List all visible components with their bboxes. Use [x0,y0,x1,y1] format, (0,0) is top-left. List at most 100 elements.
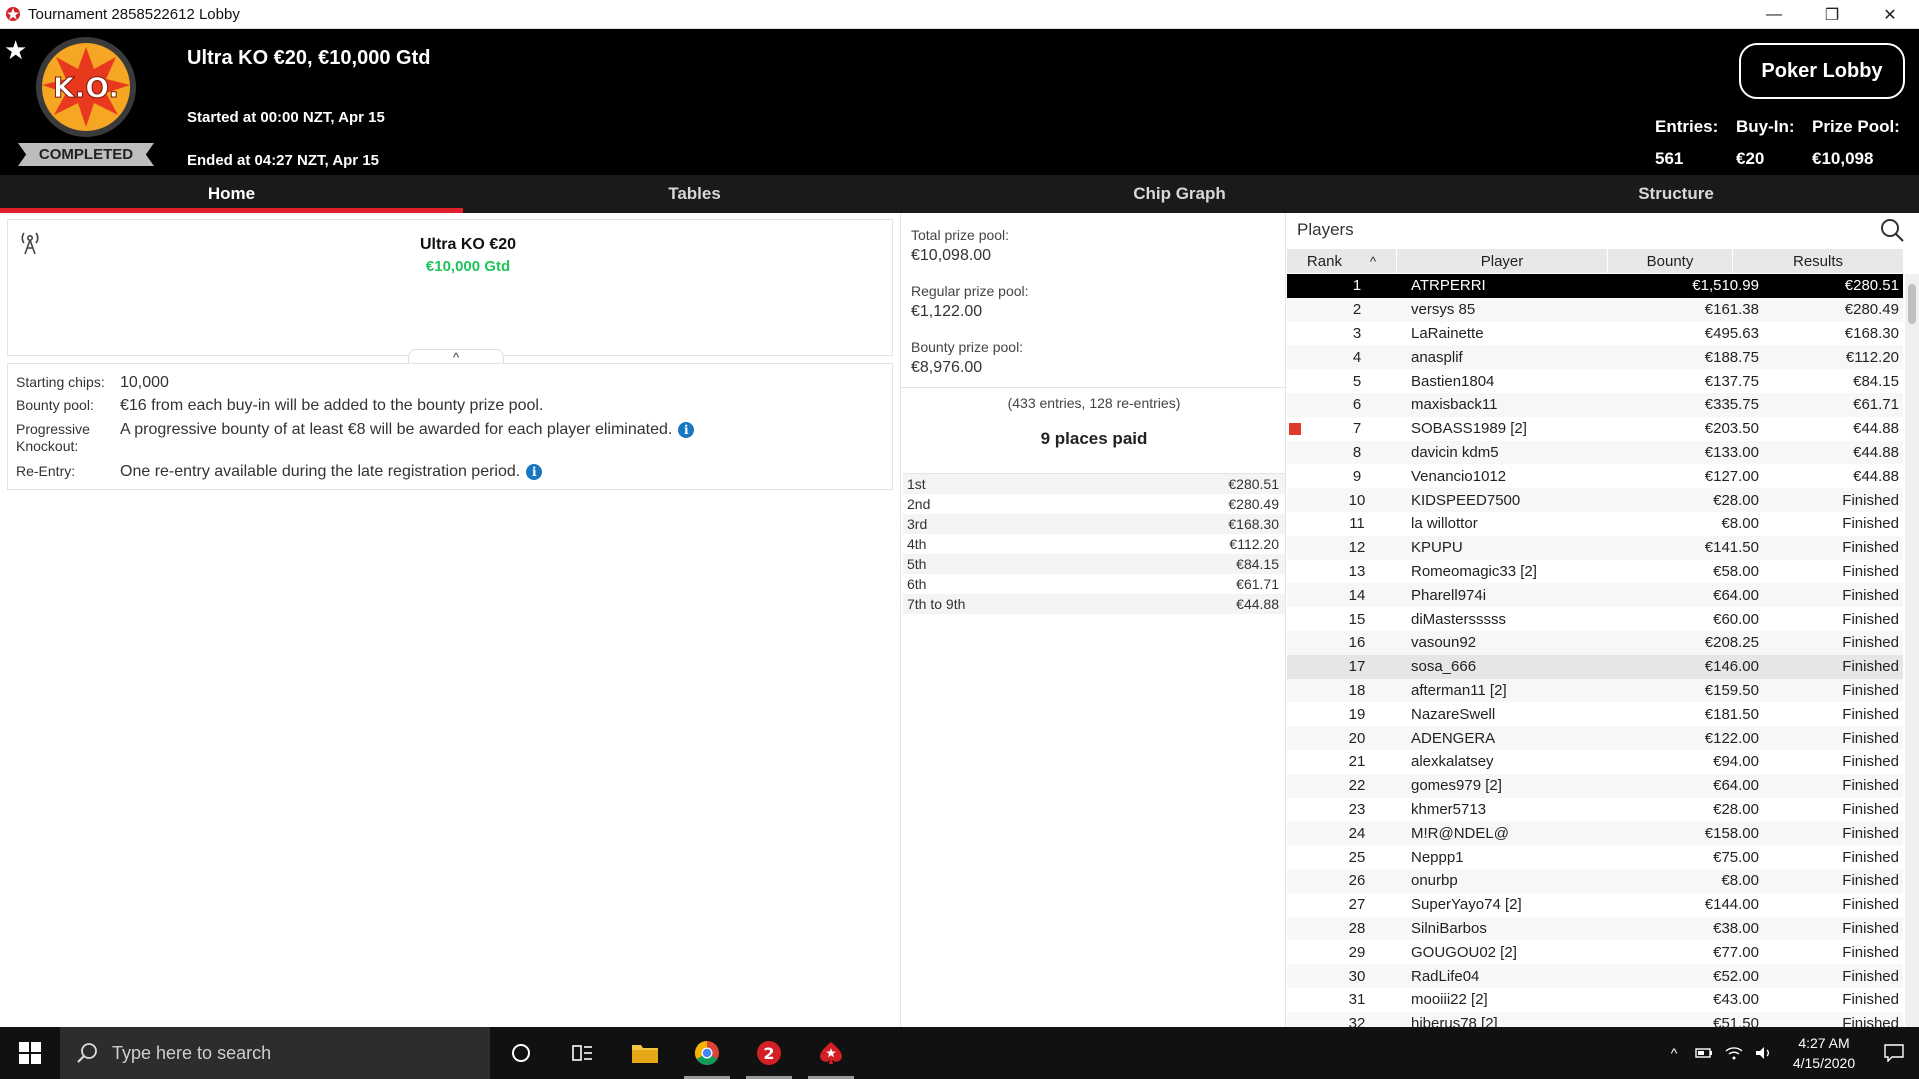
table-row[interactable]: 8 davicin kdm5 €133.00 €44.88 [1287,440,1903,465]
table-row[interactable]: 1 ATRPERRI €1,510.99 €280.51 [1287,274,1903,298]
pokerstars-button[interactable] [800,1027,862,1079]
minimize-button[interactable]: — [1745,0,1803,29]
chevron-up-icon[interactable]: ^ [1659,1027,1689,1079]
table-row[interactable]: 31 mooiii22 [2] €43.00 Finished [1287,988,1903,1012]
table-row[interactable]: 30 RadLife04 €52.00 Finished [1287,964,1903,988]
player-bounty: €122.00 [1704,729,1759,747]
tab-bar: Home Tables Chip Graph Structure [0,175,1919,213]
info-icon[interactable]: i [678,422,695,438]
tab-tables[interactable]: Tables [463,175,926,213]
chrome-button[interactable] [676,1027,738,1079]
poker-lobby-button[interactable]: Poker Lobby [1739,43,1905,99]
search-icon[interactable] [1879,217,1905,243]
volume-icon[interactable] [1749,1027,1779,1079]
player-rank: 12 [1348,539,1366,557]
taskbar-search-input[interactable]: Type here to search [60,1027,490,1079]
table-row[interactable]: 6 maxisback11 €335.75 €61.71 [1287,392,1903,417]
table-row[interactable]: 24 M!R@NDEL@ €158.00 Finished [1287,821,1903,846]
player-result: Finished [1842,800,1899,818]
table-row[interactable]: 17 sosa_666 €146.00 Finished [1287,654,1903,679]
table-row[interactable]: 20 ADENGERA €122.00 Finished [1287,726,1903,750]
table-row[interactable]: 13 Romeomagic33 [2] €58.00 Finished [1287,560,1903,584]
column-header-rank[interactable]: Rank ^ [1287,249,1397,273]
table-row[interactable]: 5 Bastien1804 €137.75 €84.15 [1287,369,1903,393]
player-bounty: €94.00 [1713,753,1759,771]
table-row[interactable]: 32 hiberus78 [2] €51.50 Finished [1287,1011,1903,1027]
player-name: LaRainette [1411,324,1484,342]
player-rank: 19 [1348,705,1366,723]
table-row[interactable]: 10 KIDSPEED7500 €28.00 Finished [1287,488,1903,512]
player-name: Romeomagic33 [2] [1411,562,1537,580]
wifi-icon[interactable] [1719,1027,1749,1079]
player-rank: 16 [1348,634,1366,652]
taskbar-clock[interactable]: 4:27 AM 4/15/2020 [1779,1033,1869,1073]
payout-row: 6th €61.71 [903,574,1285,594]
payout-amount: €61.71 [1236,576,1279,592]
player-rank: 17 [1348,658,1366,676]
table-row[interactable]: 12 KPUPU €141.50 Finished [1287,535,1903,560]
table-row[interactable]: 9 Venancio1012 €127.00 €44.88 [1287,464,1903,488]
maximize-button[interactable]: ❐ [1803,0,1861,29]
tournament-details: Starting chips: 10,000 Bounty pool: €16 … [7,363,893,490]
table-row[interactable]: 29 GOUGOU02 [2] €77.00 Finished [1287,940,1903,964]
table-row[interactable]: 19 NazareSwell €181.50 Finished [1287,702,1903,726]
payout-place: 7th to 9th [907,596,966,612]
table-row[interactable]: 25 Neppp1 €75.00 Finished [1287,845,1903,869]
table-row[interactable]: 27 SuperYayo74 [2] €144.00 Finished [1287,893,1903,917]
info-icon[interactable]: i [526,464,543,480]
re-entry-value: One re-entry available during the late r… [120,463,521,480]
players-scrollbar[interactable] [1905,274,1919,1027]
player-name: vasoun92 [1411,634,1477,652]
start-button[interactable] [0,1027,60,1079]
player-rank: 26 [1348,872,1366,890]
player-bounty: €188.75 [1704,348,1759,366]
table-row[interactable]: 15 diMastersssss €60.00 Finished [1287,607,1903,631]
close-button[interactable]: ✕ [1861,0,1919,29]
table-row[interactable]: 2 versys 85 €161.38 €280.49 [1287,297,1903,322]
table-row[interactable]: 3 LaRainette €495.63 €168.30 [1287,322,1903,346]
task-view-button[interactable] [552,1027,614,1079]
player-name: davicin kdm5 [1411,443,1499,461]
table-row[interactable]: 11 la willottor €8.00 Finished [1287,512,1903,536]
column-header-results[interactable]: Results [1733,249,1903,273]
cortana-circle-icon [512,1044,530,1062]
player-rank: 25 [1348,848,1366,866]
scrollbar-thumb[interactable] [1908,284,1916,324]
player-name: diMastersssss [1411,610,1507,628]
tab-home[interactable]: Home [0,175,463,213]
table-row[interactable]: 14 Pharell974i €64.00 Finished [1287,583,1903,608]
poker-client-badge-button[interactable]: 2 [738,1027,800,1079]
title-bar: Tournament 2858522612 Lobby — ❐ ✕ [0,0,1919,29]
table-row[interactable]: 4 anasplif €188.75 €112.20 [1287,345,1903,370]
tab-chip-graph[interactable]: Chip Graph [926,175,1433,213]
column-header-player[interactable]: Player [1397,249,1608,273]
player-bounty: €52.00 [1713,967,1759,985]
player-result: €168.30 [1844,324,1899,342]
player-bounty: €208.25 [1704,634,1759,652]
table-row[interactable]: 18 afterman11 [2] €159.50 Finished [1287,678,1903,703]
notifications-icon[interactable] [1869,1027,1919,1079]
player-result: Finished [1842,729,1899,747]
player-name: maxisback11 [1411,396,1498,414]
player-result: Finished [1842,967,1899,985]
battery-icon[interactable] [1689,1027,1719,1079]
table-row[interactable]: 28 SilniBarbos €38.00 Finished [1287,916,1903,941]
player-bounty: €181.50 [1704,705,1759,723]
cortana-button[interactable] [490,1027,552,1079]
table-row[interactable]: 21 alexkalatsey €94.00 Finished [1287,750,1903,774]
table-row[interactable]: 22 gomes979 [2] €64.00 Finished [1287,773,1903,798]
table-row[interactable]: 26 onurbp €8.00 Finished [1287,868,1903,893]
player-bounty: €75.00 [1713,848,1759,866]
player-rank: 7 [1352,420,1362,438]
table-row[interactable]: 23 khmer5713 €28.00 Finished [1287,798,1903,822]
player-name: afterman11 [2] [1411,681,1507,699]
column-header-bounty[interactable]: Bounty [1608,249,1733,273]
table-row[interactable]: 16 vasoun92 €208.25 Finished [1287,630,1903,655]
file-explorer-button[interactable] [614,1027,676,1079]
payout-row: 1st €280.51 [903,474,1285,494]
end-time: Ended at 04:27 NZT, Apr 15 [187,152,379,169]
tab-structure[interactable]: Structure [1433,175,1919,213]
favorite-star-icon[interactable]: ★ [4,35,27,66]
player-rank: 14 [1348,586,1366,604]
table-row[interactable]: 7 SOBASS1989 [2] €203.50 €44.88 [1287,417,1903,441]
